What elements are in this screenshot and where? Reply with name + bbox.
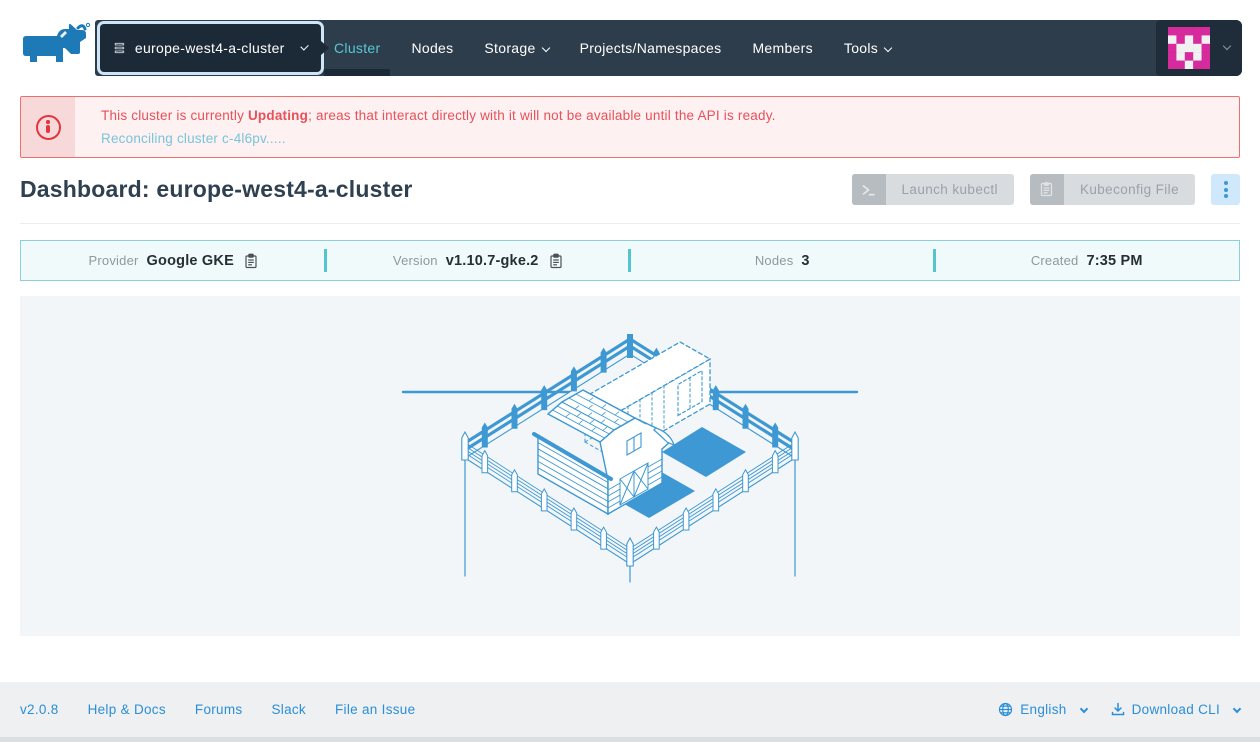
copy-icon[interactable] bbox=[549, 253, 563, 269]
footer-forums-link[interactable]: Forums bbox=[195, 702, 243, 717]
header-actions: Launch kubectl Kubeconfig File bbox=[851, 174, 1240, 205]
nav-item-label: Storage bbox=[484, 40, 536, 56]
info-cell-nodes: Nodes 3 bbox=[630, 241, 936, 280]
header-divider bbox=[20, 223, 1240, 224]
cluster-selector-dropdown[interactable]: europe-west4-a-cluster bbox=[100, 24, 329, 72]
nav-item-cluster[interactable]: Cluster bbox=[334, 40, 380, 56]
footer-controls: English Download CLI bbox=[998, 682, 1242, 737]
farm-illustration bbox=[401, 334, 859, 583]
language-selector[interactable]: English bbox=[998, 702, 1088, 717]
footer-bottom-edge bbox=[0, 737, 1260, 742]
footer-help-docs-link[interactable]: Help & Docs bbox=[88, 702, 166, 717]
info-cell-created: Created 7:35 PM bbox=[935, 241, 1240, 280]
footer: v2.0.8 Help & Docs Forums Slack File an … bbox=[0, 682, 1260, 742]
nav-item-storage[interactable]: Storage bbox=[484, 40, 550, 56]
chevron-down-icon bbox=[883, 43, 893, 53]
user-avatar bbox=[1168, 27, 1210, 69]
nav-item-projects-namespaces[interactable]: Projects/Namespaces bbox=[580, 40, 722, 56]
info-cell-version: Version v1.10.7-gke.2 bbox=[326, 241, 631, 280]
info-label: Nodes bbox=[754, 253, 794, 268]
info-label: Provider bbox=[88, 253, 139, 268]
more-actions-button[interactable] bbox=[1211, 174, 1240, 205]
alert-message-post: ; areas that interact directly with it w… bbox=[308, 108, 776, 123]
alert-status: Updating bbox=[247, 108, 309, 123]
info-label: Created bbox=[1030, 253, 1079, 268]
alert-reconciling-link[interactable]: Reconciling cluster c-4l6pv..... bbox=[101, 131, 776, 146]
footer-links: v2.0.8 Help & Docs Forums Slack File an … bbox=[20, 682, 415, 737]
cluster-updating-alert: This cluster is currently Updating; area… bbox=[20, 96, 1240, 158]
main-navigation: Cluster Nodes Storage Projects/Namespace… bbox=[334, 20, 893, 76]
footer-version-link[interactable]: v2.0.8 bbox=[20, 702, 59, 717]
chevron-down-icon bbox=[299, 41, 309, 51]
alert-message-pre: This cluster is currently bbox=[101, 108, 248, 123]
chevron-down-icon bbox=[1232, 704, 1242, 713]
info-value: Google GKE bbox=[146, 252, 234, 269]
dashboard-panel bbox=[20, 296, 1240, 636]
language-label: English bbox=[1020, 702, 1067, 717]
info-value: 7:35 PM bbox=[1086, 252, 1143, 269]
info-icon bbox=[35, 114, 61, 140]
alert-body: This cluster is currently Updating; area… bbox=[75, 97, 786, 157]
nav-item-nodes[interactable]: Nodes bbox=[411, 40, 453, 56]
copy-icon[interactable] bbox=[244, 253, 258, 269]
globe-icon bbox=[999, 702, 1013, 717]
kubeconfig-file-button[interactable]: Kubeconfig File bbox=[1029, 174, 1195, 205]
terminal-icon bbox=[851, 174, 886, 205]
chevron-down-icon bbox=[1222, 41, 1232, 51]
nav-item-tools[interactable]: Tools bbox=[843, 40, 893, 56]
download-cli-label: Download CLI bbox=[1131, 702, 1220, 717]
nav-item-members[interactable]: Members bbox=[752, 40, 812, 56]
chevron-down-icon bbox=[1079, 704, 1088, 713]
info-cell-provider: Provider Google GKE bbox=[21, 241, 327, 280]
footer-slack-link[interactable]: Slack bbox=[271, 702, 306, 717]
cluster-selector-label: europe-west4-a-cluster bbox=[134, 40, 285, 56]
cluster-info-bar: Provider Google GKE Version v1.10.7-gke.… bbox=[20, 240, 1240, 281]
download-icon bbox=[1111, 702, 1124, 716]
alert-message: This cluster is currently Updating; area… bbox=[101, 108, 776, 123]
info-label: Version bbox=[392, 253, 438, 268]
page-title: Dashboard: europe-west4-a-cluster bbox=[20, 176, 413, 202]
launch-kubectl-button[interactable]: Launch kubectl bbox=[851, 174, 1014, 205]
download-cli-menu[interactable]: Download CLI bbox=[1111, 702, 1242, 717]
rancher-logo[interactable] bbox=[16, 21, 92, 75]
kubeconfig-file-label: Kubeconfig File bbox=[1079, 182, 1179, 197]
info-value: v1.10.7-gke.2 bbox=[445, 252, 539, 269]
cluster-stack-icon bbox=[114, 42, 125, 54]
user-menu[interactable] bbox=[1156, 20, 1242, 76]
footer-file-issue-link[interactable]: File an Issue bbox=[335, 702, 415, 717]
alert-icon-strip bbox=[21, 97, 75, 157]
info-value: 3 bbox=[801, 252, 810, 269]
launch-kubectl-label: Launch kubectl bbox=[901, 182, 998, 197]
nav-item-label: Tools bbox=[843, 40, 879, 56]
chevron-down-icon bbox=[541, 43, 550, 53]
file-icon bbox=[1029, 174, 1064, 205]
